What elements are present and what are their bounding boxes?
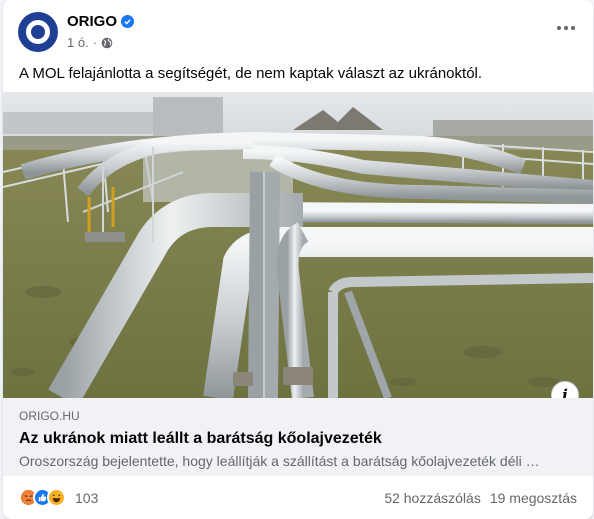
dot <box>571 26 575 30</box>
reactions-summary[interactable]: 103 <box>19 488 98 507</box>
reaction-count: 103 <box>75 489 99 506</box>
post-meta: 1 ó. · <box>67 35 113 50</box>
comments-count[interactable]: 52 hozzászólás <box>384 490 481 506</box>
more-options-icon[interactable] <box>553 18 579 38</box>
dot <box>557 26 561 30</box>
link-preview[interactable]: ORIGO.HU Az ukránok miatt leállt a barát… <box>3 398 593 476</box>
post-text: A MOL felajánlotta a segítségét, de nem … <box>19 65 483 82</box>
link-title[interactable]: Az ukránok miatt leállt a barátság kőola… <box>19 428 577 450</box>
meta-separator: · <box>92 35 98 50</box>
haha-icon <box>47 488 66 507</box>
shares-count[interactable]: 19 megosztás <box>490 490 577 506</box>
logo-ring <box>26 20 50 44</box>
post-card: ORIGO 1 ó. · A MOL felajánlotta a segíts… <box>3 0 593 519</box>
link-domain: ORIGO.HU <box>19 409 80 423</box>
verified-badge-icon <box>121 15 135 28</box>
author-name[interactable]: ORIGO <box>67 13 117 30</box>
link-description: Oroszország bejelentette, hogy leállítjá… <box>19 453 540 469</box>
page-name[interactable]: ORIGO <box>67 13 135 30</box>
post-header: ORIGO 1 ó. · <box>3 0 593 56</box>
pipeline-photo[interactable]: i <box>3 92 593 398</box>
origo-logo-icon[interactable] <box>18 12 58 52</box>
post-stats: 52 hozzászólás 19 megosztás <box>384 490 577 506</box>
globe-icon <box>101 37 113 49</box>
pipeline-image <box>3 92 593 398</box>
dot <box>564 26 568 30</box>
post-footer: 103 52 hozzászólás 19 megosztás <box>3 476 593 519</box>
post-time[interactable]: 1 ó. <box>67 35 89 50</box>
